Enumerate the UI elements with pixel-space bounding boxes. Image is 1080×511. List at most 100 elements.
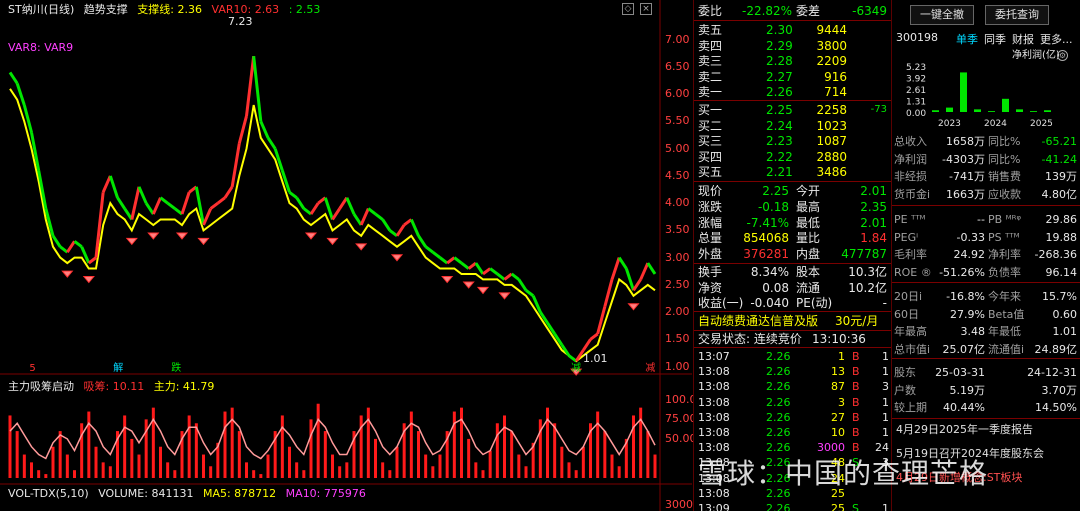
cancel-all-button[interactable]: 一键全撤 (910, 5, 974, 25)
ma10-value: MA10: 775976 (285, 487, 366, 500)
absorb-bar (474, 462, 478, 478)
finance-value: -16.8% (946, 290, 985, 303)
absorb-bar (87, 411, 91, 478)
finance-value: 27.9% (950, 307, 985, 321)
tick-count: 1 (882, 350, 889, 363)
stat-value: 2.25 (762, 184, 789, 198)
stat-value: 854068 (743, 231, 789, 246)
price-segment (482, 267, 492, 276)
quote-stat-row: 涨跌 -0.18 最高 2.35 (694, 199, 891, 215)
ask-label: 卖三 (698, 54, 723, 68)
bid-row[interactable]: 买五 2.21 3486 (694, 164, 891, 180)
ask-volume: 714 (824, 85, 847, 99)
price-segment (216, 196, 226, 205)
absorb-bar (395, 446, 399, 478)
sub-indicator-name: 主力吸筹启动 (8, 380, 74, 393)
tab-report[interactable]: 财报 (1012, 31, 1034, 47)
finance-label: 60日 (894, 307, 919, 321)
tab-more[interactable]: 更多... (1040, 31, 1073, 47)
price-segment (345, 197, 356, 215)
tick-volume: 27 (831, 410, 845, 424)
absorb-bar (309, 419, 313, 478)
bid-row[interactable]: 买一 2.25 2258 -73 (694, 102, 891, 118)
tick-count: 1 (882, 426, 889, 439)
tab-same-quarter[interactable]: 同季 (984, 31, 1006, 47)
bid-volume: 2880 (816, 149, 847, 164)
bid-row[interactable]: 买二 2.24 1023 (694, 118, 891, 134)
finance-value: 1663万 (946, 187, 985, 201)
separator (694, 181, 891, 182)
absorb-bar (259, 474, 263, 478)
ask-volume: 2209 (816, 54, 847, 68)
price-segment (496, 272, 506, 281)
bid-row[interactable]: 买四 2.22 2880 (694, 149, 891, 165)
stat-label: 股本 (796, 265, 821, 279)
signal-diamond (125, 237, 138, 246)
stat-value: 376281 (743, 247, 789, 262)
finance-value: 24.89亿 (1034, 342, 1078, 356)
price-segment (525, 289, 535, 297)
bid-label: 买五 (698, 165, 723, 179)
profit-bar (960, 72, 967, 112)
absorb-bar (295, 462, 299, 478)
ask-row[interactable]: 卖一 2.26 714 (694, 84, 891, 100)
absorb-bar (108, 466, 112, 478)
price-segment (367, 207, 377, 216)
chart-marker: 解 (113, 361, 123, 374)
ask-row[interactable]: 卖四 2.29 3800 (694, 38, 891, 54)
stat-label: 涨跌 (698, 199, 723, 214)
chart-marker: 减 (571, 362, 581, 374)
bid-row[interactable]: 买三 2.23 1087 (694, 133, 891, 149)
bid-label: 买三 (698, 134, 723, 148)
absorb-bar (438, 454, 442, 478)
bid-price: 2.21 (766, 165, 793, 179)
tick-time: 13:08 (698, 380, 730, 394)
price-segment (202, 208, 213, 226)
absorb-bar (510, 431, 514, 478)
finance-label: 总市值i (894, 342, 931, 356)
tab-single-quarter[interactable]: 单季 (956, 31, 978, 47)
quote-stat-row: 总量 854068 量比 1.84 (694, 230, 891, 246)
news-item[interactable]: 4月29日2025年一季度报告 (896, 421, 1033, 438)
finance-label: 股东 (894, 366, 916, 379)
finance-label: PS ᵀᵀᴹ (988, 230, 1020, 244)
watermark: 雪球：中国的查理芒格 (698, 457, 989, 490)
absorb-bar (316, 403, 320, 478)
order-query-button[interactable]: 委托查询 (985, 5, 1049, 25)
chart-area[interactable]: 5 解 跌 减 减 ST纳川(日线) 趋势支撑 支撑线: 2.36 VAR10: 2.6… (0, 0, 704, 511)
ask-row[interactable]: 卖三 2.28 2209 (694, 53, 891, 69)
finance-row: PEGⁱ -0.33 PS ᵀᵀᴹ 19.88 (892, 229, 1080, 246)
volume-value: VOLUME: 841131 (98, 487, 194, 500)
finance-row: ROE ® -51.26% 负债率 96.14 (892, 264, 1080, 281)
finance-row: 总市值i 25.07亿 流通值i 24.89亿 (892, 341, 1080, 358)
absorb-bar (460, 407, 463, 478)
close-icon[interactable]: × (640, 3, 652, 15)
signal-diamond (627, 303, 640, 311)
quote-stat-row: 外盘 376281 内盘 477787 (694, 246, 891, 262)
bid-label: 买四 (698, 149, 723, 164)
finance-value: -65.21 (1041, 135, 1077, 148)
stat-label: 收益(一) (698, 296, 744, 310)
tick-row: 13:08 2.26 87 B 3 (694, 379, 891, 394)
promo-row[interactable]: 自动绩费通达信普及版 30元/月 (694, 313, 891, 329)
chart-marker: 5 (29, 363, 35, 374)
ask-label: 卖二 (698, 69, 723, 84)
ask-row[interactable]: 卖二 2.27 916 (694, 69, 891, 85)
separator (694, 311, 891, 312)
finance-row: 年最高 3.48 年最低 1.01 (892, 323, 1080, 340)
bid-volume: 2258 (816, 103, 847, 117)
absorb-bar (381, 462, 385, 478)
signal-diamond (197, 237, 210, 246)
absorb-bar (431, 466, 435, 478)
ask-row[interactable]: 卖五 2.30 9444 (694, 22, 891, 38)
restore-icon[interactable]: ◇ (622, 3, 634, 15)
absorb-bar (266, 454, 270, 478)
ask-price: 2.28 (766, 54, 793, 68)
signal-diamond (498, 292, 511, 300)
kline-chart[interactable]: 5 解 跌 减 减 (0, 0, 692, 511)
tick-count: 1 (882, 395, 889, 409)
stat-value: 2.35 (860, 199, 887, 214)
price-tick-label: 5.50 (665, 114, 690, 128)
finance-value: 29.86 (1045, 213, 1078, 226)
price-tick-label: 6.00 (665, 87, 690, 101)
